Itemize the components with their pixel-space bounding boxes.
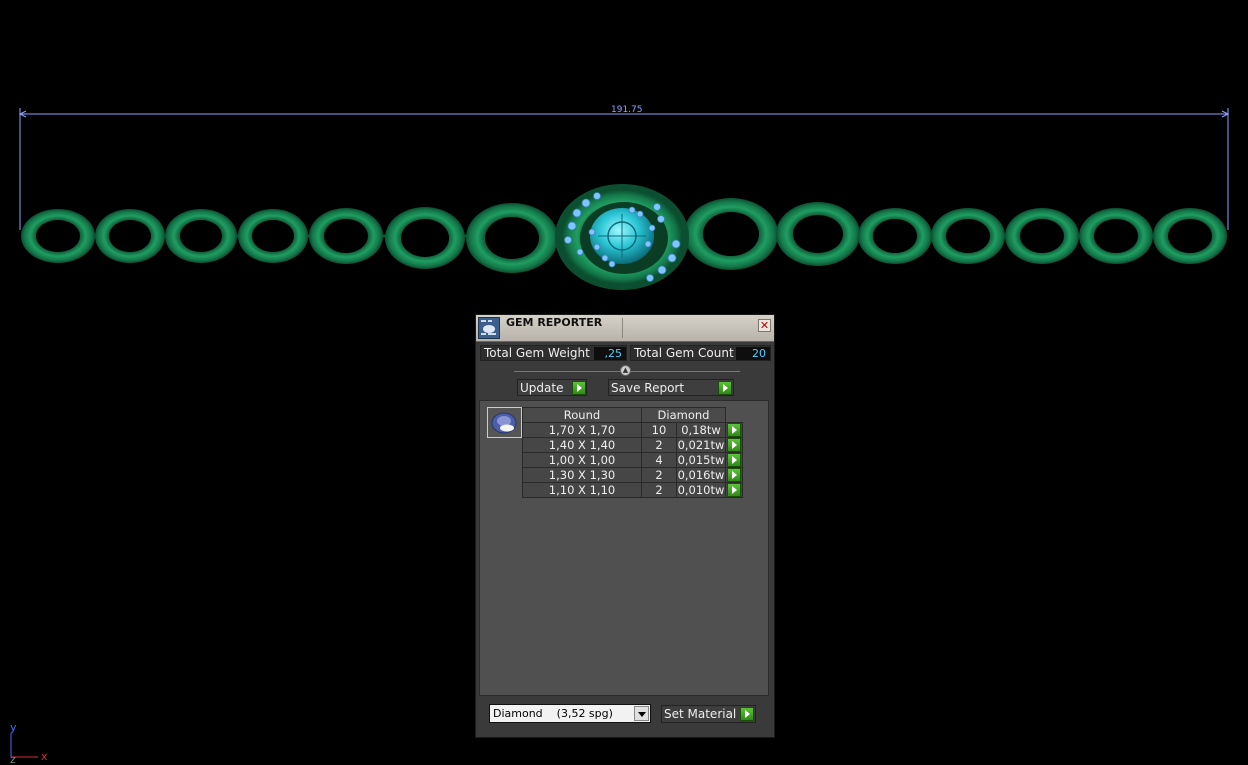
select-arrow-icon[interactable] <box>727 453 741 467</box>
table-row[interactable]: 1,40 X 1,40 2 0,021tw <box>522 437 743 453</box>
gem-weight: 0,021tw <box>676 437 726 453</box>
gem-reporter-icon <box>478 317 500 339</box>
gem-weight: 0,016tw <box>676 467 726 483</box>
collapse-toggle-icon[interactable]: ▲ <box>620 365 631 376</box>
gem-table: Round Diamond 1,70 X 1,70 10 0,18tw 1,40… <box>522 407 743 498</box>
total-gem-weight-label: Total Gem Weight <box>484 346 590 360</box>
gem-weight: 0,015tw <box>676 452 726 468</box>
table-row[interactable]: 1,00 X 1,00 4 0,015tw <box>522 452 743 468</box>
save-report-arrow-icon[interactable] <box>718 381 732 395</box>
gem-size: 1,70 X 1,70 <box>522 422 642 438</box>
panel-title: GEM REPORTER <box>506 316 603 329</box>
save-report-button[interactable]: Save Report <box>608 379 734 396</box>
gem-size: 1,00 X 1,00 <box>522 452 642 468</box>
header-material: Diamond <box>641 407 726 423</box>
row-action[interactable] <box>725 467 743 483</box>
axis-z-label: z <box>10 753 16 765</box>
header-shape: Round <box>522 407 642 423</box>
header-empty <box>726 408 743 423</box>
axis-gizmo: y x z <box>10 721 48 765</box>
gem-list-area: Round Diamond 1,70 X 1,70 10 0,18tw 1,40… <box>479 400 769 696</box>
set-material-arrow-icon[interactable] <box>740 707 754 721</box>
gem-weight: 0,18tw <box>676 422 726 438</box>
table-row[interactable]: 1,30 X 1,30 2 0,016tw <box>522 467 743 483</box>
table-row[interactable]: 1,10 X 1,10 2 0,010tw <box>522 482 743 498</box>
table-row[interactable]: 1,70 X 1,70 10 0,18tw <box>522 422 743 438</box>
total-gem-weight-value: ,25 <box>594 347 626 360</box>
table-header-row: Round Diamond <box>522 407 743 423</box>
gem-count: 2 <box>641 437 677 453</box>
axis-x-label: x <box>41 750 48 763</box>
gem-reporter-panel: GEM REPORTER ✕ Total Gem Weight ,25 Tota… <box>475 314 775 738</box>
update-arrow-icon[interactable] <box>572 381 586 395</box>
select-arrow-icon[interactable] <box>727 483 741 497</box>
row-action[interactable] <box>725 437 743 453</box>
axis-y-label: y <box>10 721 17 734</box>
gem-count: 4 <box>641 452 677 468</box>
update-button[interactable]: Update <box>517 379 587 396</box>
row-action[interactable] <box>725 422 743 438</box>
gem-count: 2 <box>641 482 677 498</box>
total-gem-weight-field: Total Gem Weight ,25 <box>480 345 627 361</box>
gem-size: 1,10 X 1,10 <box>522 482 642 498</box>
panel-titlebar[interactable]: GEM REPORTER ✕ <box>476 315 774 342</box>
select-arrow-icon[interactable] <box>727 438 741 452</box>
gem-size: 1,30 X 1,30 <box>522 467 642 483</box>
save-report-label: Save Report <box>611 381 685 395</box>
total-gem-count-value: 20 <box>736 347 770 360</box>
chevron-down-icon[interactable] <box>634 706 649 721</box>
row-action[interactable] <box>725 482 743 498</box>
gem-count: 10 <box>641 422 677 438</box>
close-icon[interactable]: ✕ <box>758 319 771 332</box>
center-gem-setting <box>555 184 689 290</box>
gem-weight: 0,010tw <box>676 482 726 498</box>
material-select[interactable]: Diamond (3,52 spg) <box>489 704 651 723</box>
round-diamond-icon[interactable] <box>487 407 522 438</box>
set-material-button[interactable]: Set Material <box>661 705 756 723</box>
update-label: Update <box>520 381 564 395</box>
row-action[interactable] <box>725 452 743 468</box>
select-arrow-icon[interactable] <box>727 468 741 482</box>
bracelet-model <box>21 184 1227 290</box>
set-material-label: Set Material <box>664 707 737 721</box>
total-gem-count-label: Total Gem Count <box>634 346 734 360</box>
select-arrow-icon[interactable] <box>727 423 741 437</box>
material-select-value: Diamond (3,52 spg) <box>493 707 613 720</box>
gem-count: 2 <box>641 467 677 483</box>
dimension-value: 191.75 <box>611 105 643 115</box>
title-separator <box>622 318 623 338</box>
gem-size: 1,40 X 1,40 <box>522 437 642 453</box>
total-gem-count-field: Total Gem Count 20 <box>630 345 771 361</box>
